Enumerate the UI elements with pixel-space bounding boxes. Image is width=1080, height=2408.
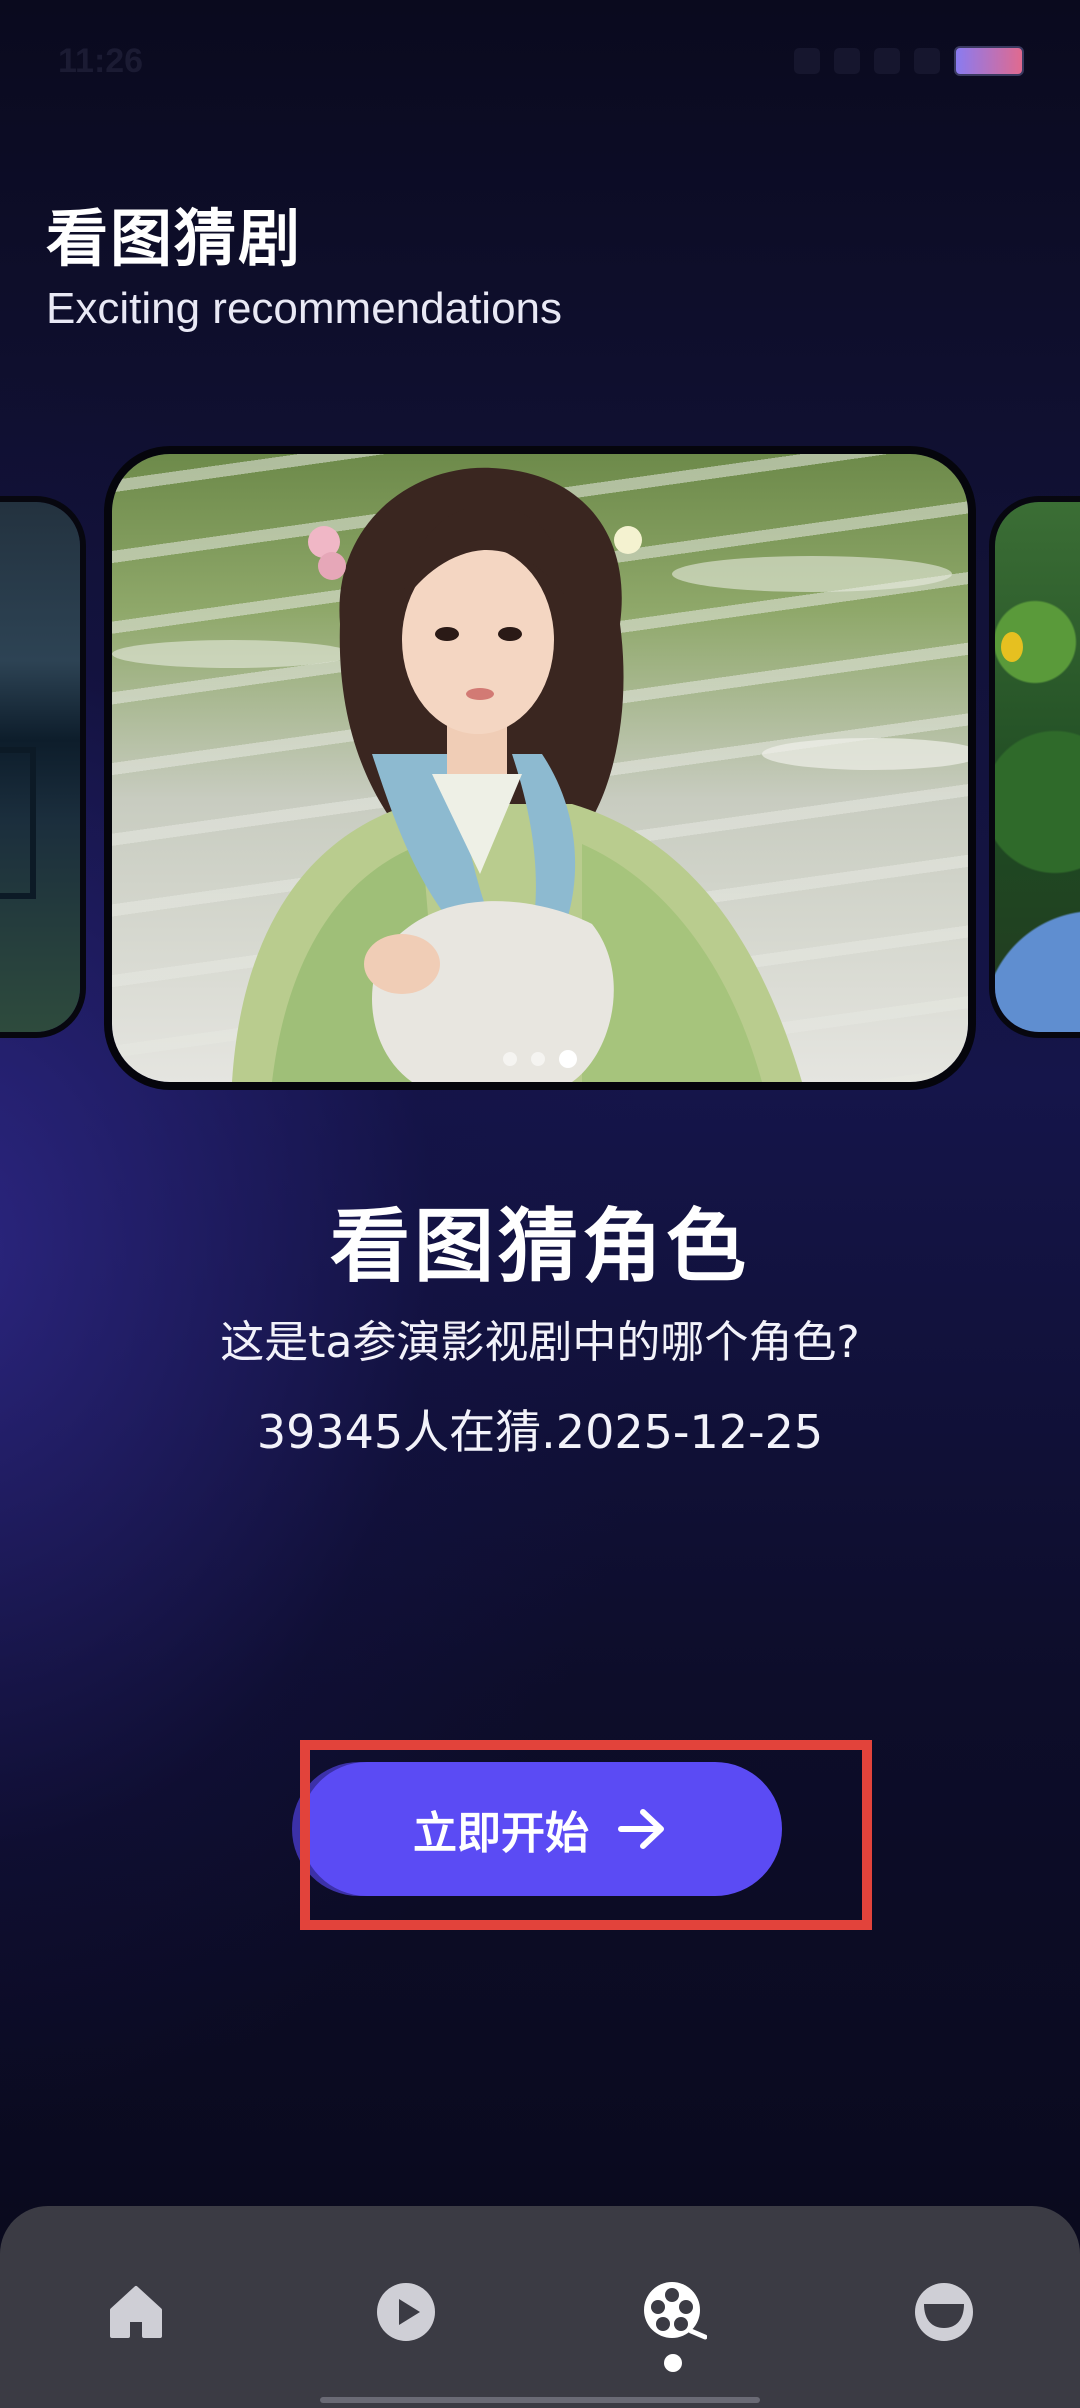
film-reel-icon xyxy=(644,2282,707,2340)
carousel-indicator xyxy=(112,1050,968,1068)
nav-item-guess[interactable] xyxy=(626,2264,722,2360)
signal-icon xyxy=(834,48,860,74)
nav-item-play[interactable] xyxy=(358,2264,454,2360)
carousel-card-current[interactable] xyxy=(112,454,968,1082)
signal-icon xyxy=(874,48,900,74)
card-image-detail xyxy=(1001,632,1023,662)
arrow-right-icon xyxy=(618,1809,664,1849)
game-question: 这是ta参演影视剧中的哪个角色? xyxy=(220,1317,860,1368)
home-icon xyxy=(110,2286,162,2338)
carousel-dot[interactable] xyxy=(531,1052,545,1066)
nav-item-home[interactable] xyxy=(88,2264,184,2360)
carousel-card-previous[interactable] xyxy=(0,502,80,1032)
game-title: 看图猜角色 xyxy=(330,1200,750,1293)
card-image-detail xyxy=(0,747,36,899)
status-icons xyxy=(794,46,1024,76)
home-indicator[interactable] xyxy=(320,2397,760,2403)
play-icon xyxy=(377,2283,435,2341)
bottom-navigation xyxy=(0,2206,1080,2408)
status-time: 11:26 xyxy=(58,42,144,80)
start-button-label: 立即开始 xyxy=(413,1808,589,1859)
page-title: 看图猜剧 xyxy=(46,202,303,275)
nav-active-indicator xyxy=(664,2354,682,2372)
character-image xyxy=(112,467,968,1082)
carousel-dot-active[interactable] xyxy=(559,1050,577,1068)
status-bar: 11:26 xyxy=(0,0,1080,120)
image-carousel[interactable] xyxy=(0,450,1080,1090)
page-subtitle: Exciting recommendations xyxy=(46,284,563,333)
profile-icon xyxy=(915,2283,973,2341)
alarm-icon xyxy=(794,48,820,74)
wifi-icon xyxy=(914,48,940,74)
nav-item-profile[interactable] xyxy=(896,2264,992,2360)
screen: 11:26 看图猜剧 Exciting recommendations 看图猜角… xyxy=(0,0,1080,2408)
game-participants-date: 39345人在猜.2025-12-25 xyxy=(256,1405,824,1459)
start-button[interactable]: 立即开始 xyxy=(300,1762,782,1896)
carousel-dot[interactable] xyxy=(503,1052,517,1066)
carousel-card-next[interactable] xyxy=(995,502,1080,1032)
battery-icon xyxy=(954,46,1024,76)
